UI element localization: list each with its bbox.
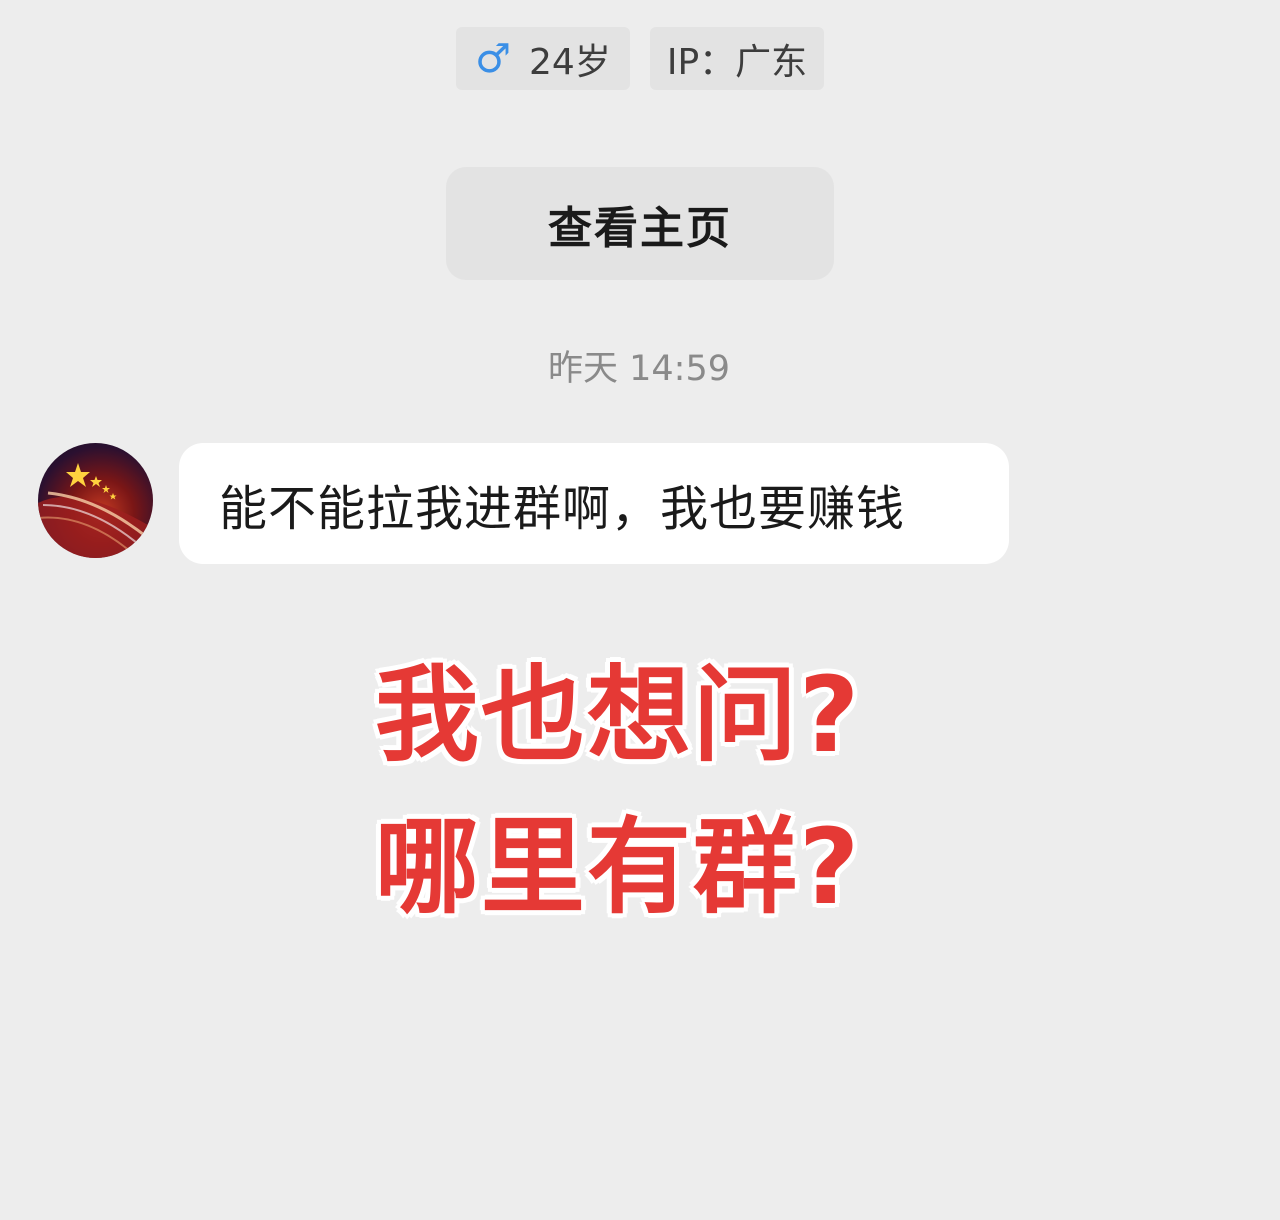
male-icon: ♂ — [475, 35, 512, 82]
profile-ip-tag: IP：广东 — [650, 27, 824, 90]
message-bubble[interactable]: 能不能拉我进群啊，我也要赚钱 — [179, 443, 1009, 564]
sender-avatar[interactable] — [38, 443, 153, 558]
flag-avatar-icon — [38, 463, 153, 558]
view-profile-button[interactable]: 查看主页 — [446, 167, 834, 280]
message-timestamp: 昨天 14:59 — [548, 349, 730, 389]
profile-ip: IP：广东 — [666, 41, 808, 83]
profile-age: 24岁 — [529, 41, 611, 83]
message-text: 能不能拉我进群啊，我也要赚钱 — [219, 480, 906, 537]
profile-age-tag: ♂ 24岁 — [456, 27, 630, 90]
overlay-caption-line2: 哪里有群? — [374, 806, 862, 928]
overlay-caption-line1: 我也想问? — [374, 654, 862, 776]
